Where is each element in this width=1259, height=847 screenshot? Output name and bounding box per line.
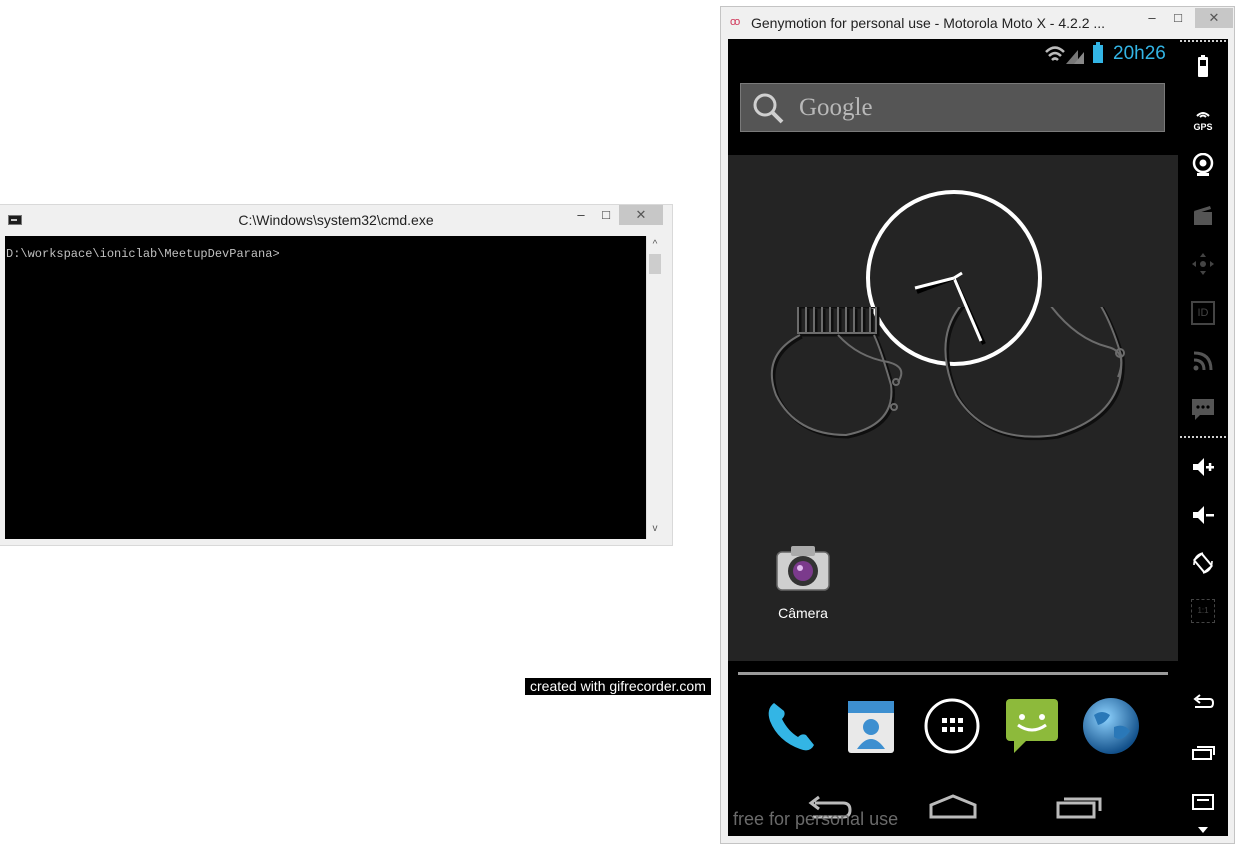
dock (728, 675, 1178, 755)
gps-signal-icon (1196, 112, 1210, 118)
home-app-camera[interactable]: Câmera (768, 542, 838, 621)
battery-icon (1093, 42, 1103, 63)
gifrecorder-watermark: created with gifrecorder.com (525, 678, 711, 695)
minimize-button[interactable]: – (1139, 8, 1165, 28)
id-icon[interactable]: ID (1191, 301, 1215, 325)
toolbar-divider (1180, 436, 1226, 440)
scroll-thumb[interactable] (649, 254, 661, 274)
home-icon[interactable] (928, 793, 978, 821)
app-label: Câmera (778, 605, 828, 621)
all-apps-icon[interactable] (921, 695, 983, 757)
close-button[interactable]: ✕ (1195, 8, 1233, 28)
scale-icon[interactable]: 1:1 (1191, 599, 1215, 623)
battery-icon[interactable] (1191, 55, 1215, 79)
maximize-button[interactable]: □ (1165, 8, 1191, 28)
console-prompt: D:\workspace\ioniclab\MeetupDevParana> (6, 247, 280, 261)
sms-icon[interactable] (1191, 397, 1215, 421)
maximize-button[interactable]: □ (592, 205, 620, 225)
status-clock: 20h26 (1113, 43, 1166, 64)
scroll-down-icon[interactable]: v (647, 521, 663, 537)
genymotion-toolbar: GPS ID 1:1 (1178, 39, 1228, 836)
chevron-down-icon[interactable] (1198, 827, 1208, 833)
genymotion-logo-icon: oo (730, 16, 740, 28)
messaging-icon[interactable] (1000, 695, 1062, 757)
toolbar-divider (1180, 40, 1226, 44)
browser-icon[interactable] (1080, 695, 1142, 757)
genymotion-titlebar[interactable]: oo Genymotion for personal use - Motorol… (721, 7, 1234, 39)
recent-apps-icon[interactable] (1191, 741, 1215, 765)
minimize-button[interactable]: – (567, 205, 595, 225)
rotate-icon[interactable] (1191, 551, 1215, 575)
gps-label: GPS (1193, 122, 1213, 132)
back-icon[interactable] (1191, 691, 1215, 715)
android-screen[interactable]: 20h26 Google Câmera free for personal us… (728, 39, 1178, 836)
vertical-scrollbar[interactable]: ^ v (646, 236, 663, 539)
menu-icon[interactable] (1191, 791, 1215, 815)
wifi-signal-icon (1045, 46, 1084, 64)
mittens-wallpaper-art (771, 307, 1125, 441)
cmd-titlebar[interactable]: C:\Windows\system32\cmd.exe – □ ✕ (0, 205, 672, 236)
camera-icon (776, 546, 830, 591)
rss-icon[interactable] (1191, 349, 1215, 373)
media-icon[interactable] (1191, 203, 1215, 227)
dpad-icon[interactable] (1191, 252, 1215, 276)
free-for-personal-use-label: free for personal use (733, 809, 899, 829)
genymotion-title: Genymotion for personal use - Motorola M… (751, 15, 1106, 31)
cmd-window[interactable]: C:\Windows\system32\cmd.exe – □ ✕ D:\wor… (0, 204, 673, 546)
close-button[interactable]: ✕ (619, 205, 663, 225)
phone-icon[interactable] (760, 695, 822, 757)
status-bar: 20h26 (728, 39, 1178, 71)
volume-down-icon[interactable] (1191, 503, 1215, 527)
genymotion-window[interactable]: oo Genymotion for personal use - Motorol… (720, 6, 1235, 844)
scroll-up-icon[interactable]: ^ (647, 237, 663, 253)
search-icon (753, 93, 784, 124)
recent-apps-icon[interactable] (1054, 793, 1104, 821)
search-placeholder: Google (799, 94, 873, 121)
webcam-icon[interactable] (1191, 153, 1215, 177)
console-area[interactable]: D:\workspace\ioniclab\MeetupDevParana> (5, 236, 646, 539)
google-search-bar[interactable]: Google (740, 83, 1165, 132)
contacts-icon[interactable] (840, 695, 902, 757)
volume-up-icon[interactable] (1191, 455, 1215, 479)
gps-icon[interactable]: GPS (1191, 105, 1215, 132)
